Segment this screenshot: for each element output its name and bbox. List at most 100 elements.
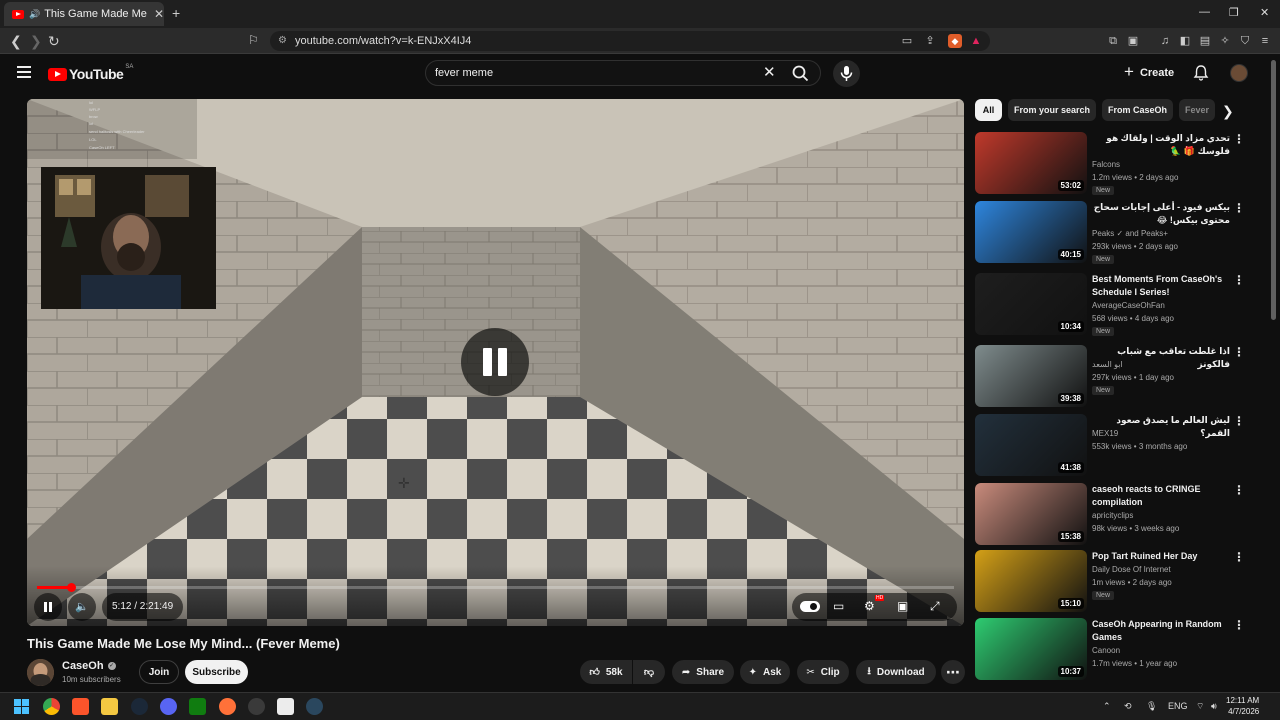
- chip-all[interactable]: All: [975, 99, 1002, 121]
- subscribe-button[interactable]: Subscribe: [185, 660, 248, 684]
- chip-from-caseoh[interactable]: From CaseOh: [1102, 99, 1173, 121]
- related-video-item[interactable]: 41:38 ليش العالم ما يصدق صعود القمر؟ MEX19…: [975, 414, 1260, 476]
- search-box[interactable]: fever meme ✕: [425, 60, 821, 86]
- youtube-logo[interactable]: YouTube SA: [48, 64, 133, 82]
- search-icon[interactable]: [791, 64, 811, 82]
- related-channel-name[interactable]: Canoon: [1092, 646, 1120, 655]
- autoplay-toggle[interactable]: [800, 601, 820, 612]
- cast-icon[interactable]: ▭: [900, 34, 914, 48]
- related-channel-name[interactable]: Peaks ✓ and Peaks+: [1092, 229, 1168, 238]
- more-options-icon[interactable]: ⋮: [1233, 483, 1245, 497]
- minimize-button[interactable]: —: [1199, 6, 1210, 18]
- brave-icon[interactable]: [72, 698, 89, 715]
- dislike-button[interactable]: 👎︎: [633, 660, 665, 684]
- more-actions-button[interactable]: ⋯: [941, 660, 965, 684]
- more-options-icon[interactable]: ⋮: [1233, 618, 1245, 632]
- vpn-icon[interactable]: ⛉: [1238, 34, 1252, 48]
- more-options-icon[interactable]: ⋮: [1233, 414, 1245, 428]
- more-options-icon[interactable]: ⋮: [1233, 550, 1245, 564]
- download-button[interactable]: ⭳ Download: [856, 660, 936, 684]
- file-explorer-icon[interactable]: [101, 698, 118, 715]
- new-tab-button[interactable]: +: [172, 5, 180, 21]
- video-thumbnail[interactable]: 40:15: [975, 201, 1087, 263]
- brave-rewards-icon[interactable]: ▲: [969, 34, 983, 48]
- screenshot-icon[interactable]: ▣: [1126, 34, 1140, 48]
- site-info-icon[interactable]: ⚙: [278, 31, 287, 51]
- browser-tab[interactable]: 🔊 This Game Made Me Lose My Mind... (Fev…: [4, 2, 164, 26]
- media-icon[interactable]: ♫: [1158, 34, 1172, 48]
- system-clock[interactable]: 12:11 AM 4/7/2026: [1226, 695, 1259, 717]
- related-channel-name[interactable]: ابو السعد: [1092, 360, 1123, 369]
- video-thumbnail[interactable]: 10:37: [975, 618, 1087, 680]
- create-button[interactable]: + Create: [1124, 62, 1174, 82]
- reload-button[interactable]: ↻: [48, 33, 60, 50]
- join-button[interactable]: Join: [139, 660, 179, 684]
- app-icon[interactable]: [277, 698, 294, 715]
- related-video-title[interactable]: بيكس فيود - أعلى إجابات سحاج محتوى بيكس!…: [1092, 201, 1230, 227]
- related-video-item[interactable]: 39:38 اذا غلطت تعاقب مع شباب فالكونز ابو ا…: [975, 345, 1260, 407]
- video-thumbnail[interactable]: 41:38: [975, 414, 1087, 476]
- related-channel-name[interactable]: Daily Dose Of Internet: [1092, 565, 1171, 574]
- center-pause-icon[interactable]: [461, 328, 529, 396]
- subtitles-icon[interactable]: ▭: [833, 599, 844, 613]
- extensions-icon[interactable]: ⧉: [1106, 34, 1120, 48]
- related-channel-name[interactable]: apricityclips: [1092, 511, 1133, 520]
- volume-button[interactable]: 🔈: [68, 593, 96, 621]
- steam-icon[interactable]: [131, 698, 148, 715]
- channel-name-row[interactable]: CaseOh ✓: [62, 660, 116, 672]
- brave-shields-icon[interactable]: ◆: [948, 34, 962, 48]
- chip-fever[interactable]: Fever: [1179, 99, 1215, 121]
- tab-close-icon[interactable]: ✕: [154, 7, 164, 21]
- chrome-icon[interactable]: [43, 698, 60, 715]
- video-thumbnail[interactable]: 15:10: [975, 550, 1087, 612]
- related-video-title[interactable]: CaseOh Appearing in Random Games: [1092, 618, 1230, 644]
- pause-button[interactable]: [34, 593, 62, 621]
- network-icon[interactable]: ⟲: [1124, 701, 1132, 712]
- related-video-title[interactable]: caseoh reacts to CRINGE compilation: [1092, 483, 1230, 509]
- related-video-title[interactable]: Pop Tart Ruined Her Day: [1092, 550, 1230, 563]
- firefox-icon[interactable]: [219, 698, 236, 715]
- hamburger-menu-icon[interactable]: [17, 66, 31, 78]
- sidebar-icon[interactable]: ◧: [1178, 34, 1192, 48]
- xbox-icon[interactable]: [189, 698, 206, 715]
- account-avatar[interactable]: [1230, 64, 1248, 82]
- related-video-item[interactable]: 15:10 Pop Tart Ruined Her Day Daily Dose O…: [975, 550, 1260, 612]
- language-indicator[interactable]: ENG: [1168, 701, 1188, 711]
- share-page-icon[interactable]: ⇪: [923, 34, 937, 48]
- related-channel-name[interactable]: MEX19: [1092, 429, 1118, 438]
- channel-name[interactable]: CaseOh: [62, 660, 104, 672]
- video-thumbnail[interactable]: 53:02: [975, 132, 1087, 194]
- url-bar[interactable]: ⚙ youtube.com/watch?v=k-ENJxX4IJ4: [270, 31, 990, 51]
- show-hidden-icons-icon[interactable]: ⌃: [1103, 701, 1111, 712]
- video-player[interactable]: lol WFLP brow lol send halitosis with Ch…: [27, 99, 964, 626]
- voice-search-button[interactable]: [833, 60, 860, 87]
- more-options-icon[interactable]: ⋮: [1233, 201, 1245, 215]
- related-video-item[interactable]: 53:02 تحدي مزاد الوقت | ولقاك هو فلوسك 🎁 …: [975, 132, 1260, 195]
- related-video-item[interactable]: 40:15 بيكس فيود - أعلى إجابات سحاج محتوى …: [975, 201, 1260, 264]
- chip-from-your-search[interactable]: From your search: [1008, 99, 1096, 121]
- more-options-icon[interactable]: ⋮: [1233, 273, 1245, 287]
- restore-button[interactable]: ❐: [1229, 6, 1239, 19]
- related-channel-name[interactable]: AverageCaseOhFan: [1092, 301, 1165, 310]
- progress-bar[interactable]: [37, 583, 954, 592]
- clip-button[interactable]: ✂ Clip: [797, 660, 849, 684]
- windows-start-icon[interactable]: [13, 698, 30, 715]
- back-button[interactable]: ❮: [10, 33, 22, 50]
- settings-gear-icon[interactable]: ⚙: [864, 599, 875, 613]
- video-thumbnail[interactable]: 15:38: [975, 483, 1087, 545]
- volume-tray-icon[interactable]: 🔊︎: [1211, 701, 1217, 712]
- related-video-item[interactable]: 10:37 CaseOh Appearing in Random Games Can…: [975, 618, 1260, 680]
- wallet-icon[interactable]: ▤: [1198, 34, 1212, 48]
- leo-ai-icon[interactable]: ✧: [1218, 34, 1232, 48]
- share-button[interactable]: ➦ Share: [672, 660, 734, 684]
- related-video-title[interactable]: Best Moments From CaseOh's Schedule I Se…: [1092, 273, 1230, 299]
- clear-search-icon[interactable]: ✕: [763, 63, 776, 81]
- search-input[interactable]: fever meme: [435, 67, 493, 79]
- more-options-icon[interactable]: ⋮: [1233, 132, 1245, 146]
- notifications-bell-icon[interactable]: [1193, 64, 1209, 81]
- related-channel-name[interactable]: Falcons: [1092, 160, 1120, 169]
- scrollbar[interactable]: [1271, 60, 1276, 320]
- github-icon[interactable]: [248, 698, 265, 715]
- mic-tray-icon[interactable]: 🎙︎: [1146, 701, 1157, 712]
- video-thumbnail[interactable]: 39:38: [975, 345, 1087, 407]
